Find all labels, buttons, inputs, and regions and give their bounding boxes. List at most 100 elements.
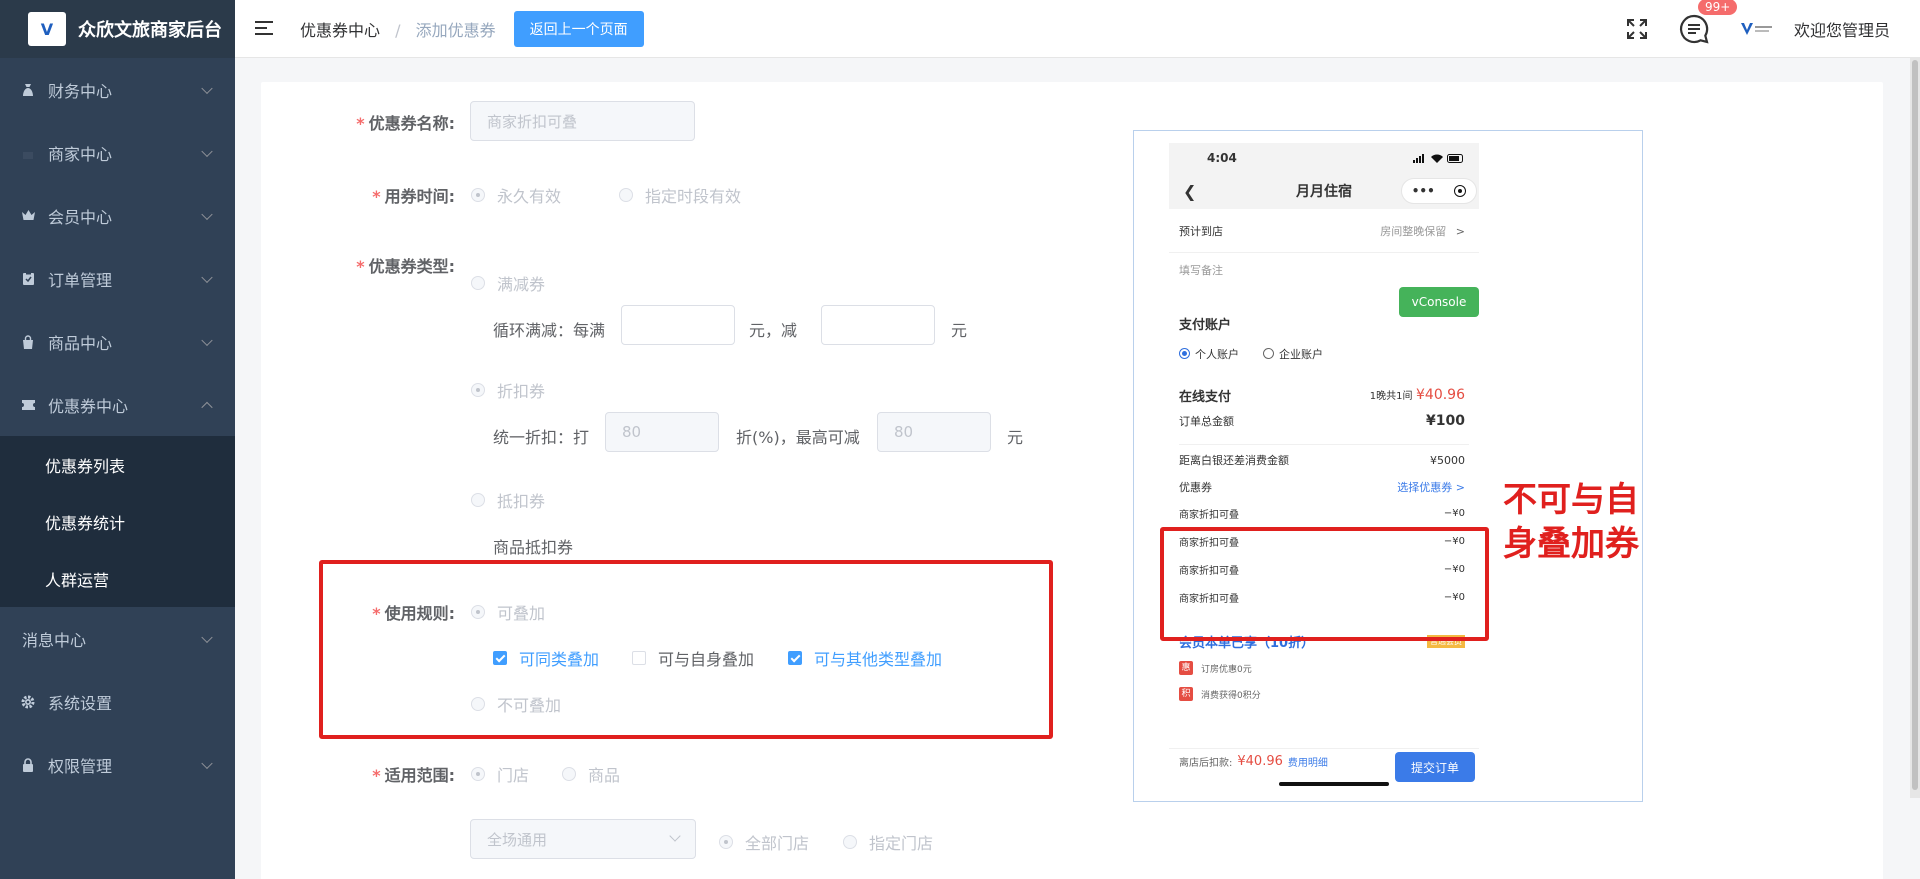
yuan-unit-label: 元 — [951, 321, 968, 340]
close-circle-icon[interactable] — [1454, 185, 1467, 197]
sidebar-subitem-coupon-list[interactable]: 优惠券列表 — [0, 436, 235, 493]
brand-title: 众欣文旅商家后台 — [78, 20, 222, 41]
chevron-down-icon — [201, 757, 213, 769]
arrive-row[interactable]: 预计到店 房间整晚保留 > — [1169, 209, 1479, 253]
radio-all-stores[interactable]: 全部门店 — [719, 830, 809, 854]
coupon-item: 商家折扣可叠 −¥0 — [1179, 507, 1465, 521]
sidebar-item-finance[interactable]: 财务中心 — [0, 58, 235, 121]
checkbox-other-type[interactable]: 可与其他类型叠加 — [788, 646, 942, 670]
radio-not-stackable[interactable]: 不可叠加 — [471, 692, 561, 716]
chat-icon — [1679, 14, 1709, 44]
coupon-name-input[interactable]: 商家折扣可叠 — [470, 101, 695, 141]
menu-toggle-icon[interactable] — [255, 20, 275, 37]
sidebar-item-label: 系统设置 — [48, 693, 113, 713]
breadcrumb: 优惠券中心 / 添加优惠券 — [300, 17, 496, 41]
back-arrow-icon[interactable]: ❮ — [1183, 182, 1196, 201]
main-content: * 优惠券名称: 商家折扣可叠 * 用券时间: 永久有效 指定时段有效 * 优惠券类型… — [235, 58, 1920, 879]
scope-label: * 适用范围: — [372, 766, 455, 785]
fullscreen-icon[interactable] — [1626, 18, 1648, 40]
radio-time-range[interactable]: 指定时段有效 — [619, 183, 741, 207]
chevron-down-icon — [201, 271, 213, 283]
checkbox-self-stack[interactable]: 可与自身叠加 — [632, 646, 754, 670]
vconsole-button[interactable]: vConsole — [1399, 287, 1479, 317]
sidebar-item-orders[interactable]: 订单管理 — [0, 247, 235, 310]
radio-specific-stores[interactable]: 指定门店 — [843, 830, 933, 854]
full-amount-input[interactable] — [621, 305, 735, 345]
loop-reduce-label: 循环满减：每满 — [493, 321, 606, 340]
message-button[interactable]: 99+ — [1678, 0, 1738, 45]
yuan-reduce-label: 元，减 — [749, 321, 798, 340]
bag-icon — [20, 334, 36, 350]
brand-logo: V — [28, 12, 66, 46]
breadcrumb-item-current: 添加优惠券 — [415, 20, 496, 40]
breadcrumb-separator: / — [395, 20, 401, 40]
phone-preview: 4:04 ❮ 月月住宿 ••• 预计到店 房间整晚保留 > 填写备注 vCons… — [1133, 130, 1643, 802]
radio-store[interactable]: 门店 — [471, 762, 529, 786]
scope-select[interactable]: 全场通用 — [470, 819, 696, 859]
chevron-right-icon: > — [1455, 481, 1465, 494]
discount-label: 统一折扣：打 — [493, 428, 590, 447]
submit-order-button[interactable]: 提交订单 — [1395, 752, 1475, 782]
radio-deduct[interactable]: 抵扣券 — [471, 488, 545, 512]
header-actions: 99+ 欢迎您管理员 — [1626, 0, 1920, 58]
use-time-label: * 用券时间: — [372, 187, 455, 206]
sidebar-item-goods[interactable]: 商品中心 — [0, 310, 235, 373]
sidebar-item-member[interactable]: 会员中心 — [0, 184, 235, 247]
radio-goods[interactable]: 商品 — [562, 762, 620, 786]
message-badge: 99+ — [1697, 0, 1738, 15]
chevron-down-icon — [201, 208, 213, 220]
lock-icon — [20, 757, 36, 773]
sidebar-subitem-coupon-stats[interactable]: 优惠券统计 — [0, 493, 235, 550]
radio-permanent[interactable]: 永久有效 — [471, 183, 561, 207]
chevron-down-icon — [669, 830, 681, 842]
sidebar-item-label: 会员中心 — [48, 207, 113, 227]
radio-discount[interactable]: 折扣券 — [471, 378, 545, 402]
phone-status-bar: 4:04 — [1169, 143, 1479, 173]
perk-row: 惠订房优惠0元 — [1169, 655, 1479, 681]
sidebar-item-coupons[interactable]: 优惠券中心 — [0, 373, 235, 436]
chevron-down-icon — [201, 145, 213, 157]
coupon-row[interactable]: 优惠券 选择优惠券 > — [1169, 475, 1479, 499]
sidebar-item-label: 商家中心 — [48, 144, 113, 164]
arrive-value: 房间整晚保留 > — [1380, 224, 1465, 238]
discount-input[interactable]: 80 — [605, 412, 719, 452]
use-rule-label: * 使用规则: — [372, 604, 455, 623]
back-button[interactable]: 返回上一个页面 — [513, 10, 644, 47]
account-options: 个人账户 企业账户 — [1169, 337, 1479, 371]
sidebar-item-settings[interactable]: 系统设置 — [0, 670, 235, 733]
user-avatar[interactable] — [1740, 19, 1774, 39]
ticket-icon — [20, 397, 36, 413]
welcome-text: 欢迎您管理员 — [1793, 21, 1890, 40]
sidebar-subitem-crowd-ops[interactable]: 人群运营 — [0, 550, 235, 607]
remark-row[interactable]: 填写备注 — [1169, 253, 1479, 287]
breadcrumb-item-coupons[interactable]: 优惠券中心 — [300, 21, 380, 40]
perk-row: 积消费获得0积分 — [1169, 681, 1479, 707]
sidebar-item-permissions[interactable]: 权限管理 — [0, 733, 235, 796]
online-pay-row: 在线支付 1晚共1间 ¥40.96 — [1179, 387, 1465, 405]
max-reduce-input[interactable]: 80 — [877, 412, 991, 452]
coupon-type-label: * 优惠券类型: — [356, 257, 455, 276]
page-scrollbar[interactable] — [1910, 58, 1920, 798]
shop-icon — [20, 145, 36, 161]
radio-company-account[interactable]: 企业账户 — [1263, 346, 1323, 362]
checkbox-same-type[interactable]: 可同类叠加 — [493, 646, 599, 670]
reduce-amount-input[interactable] — [821, 305, 935, 345]
sidebar-item-label: 财务中心 — [48, 81, 113, 101]
gap-row: 距离白银还差消费金额 ¥5000 — [1179, 453, 1465, 468]
annotation-text: 不可与自身叠加券 — [1503, 480, 1639, 564]
phone-time: 4:04 — [1207, 151, 1237, 165]
money-bag-icon — [20, 82, 36, 98]
mini-program-capsule[interactable]: ••• — [1401, 178, 1477, 204]
crown-icon — [20, 208, 36, 224]
radio-full-reduce[interactable]: 满减券 — [471, 271, 545, 295]
sidebar-item-label: 商品中心 — [48, 333, 113, 353]
more-icon[interactable]: ••• — [1412, 184, 1435, 198]
radio-personal-account[interactable]: 个人账户 — [1179, 346, 1239, 362]
signal-wifi-battery-icon — [1413, 153, 1465, 163]
sidebar-item-messages[interactable]: 消息中心 — [0, 607, 235, 670]
chevron-right-icon: > — [1455, 224, 1465, 238]
chevron-down-icon — [201, 82, 213, 94]
radio-stackable[interactable]: 可叠加 — [471, 600, 545, 624]
sidebar-item-merchant[interactable]: 商家中心 — [0, 121, 235, 184]
fee-detail-link[interactable]: 费用明细 — [1288, 754, 1328, 769]
